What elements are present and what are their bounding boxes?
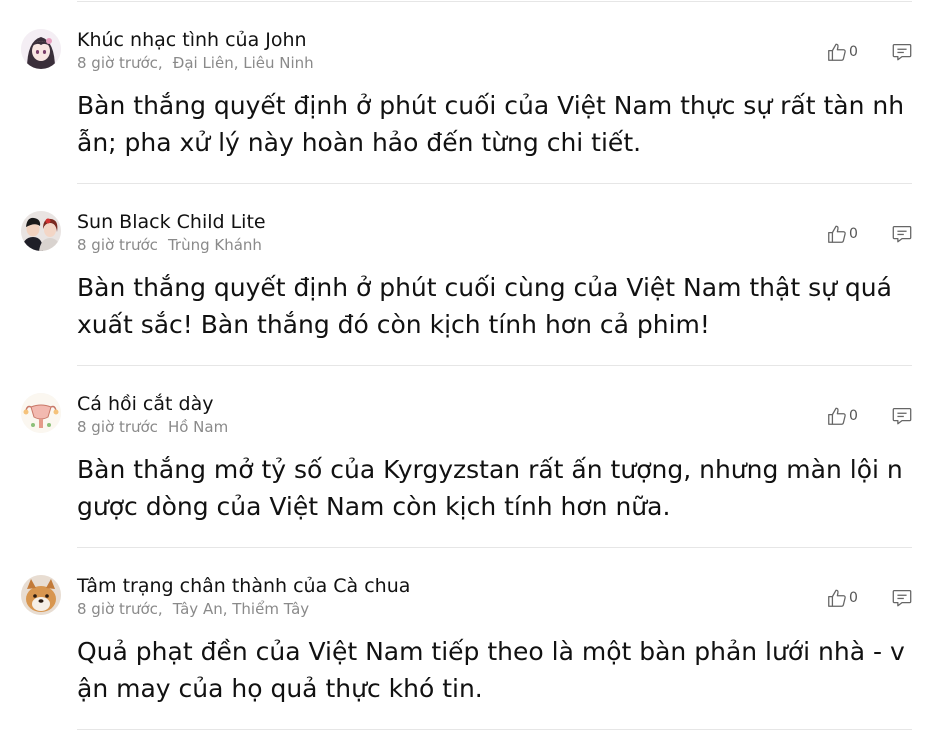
thumbs-up-icon	[828, 407, 846, 425]
couple-avatar-icon	[21, 211, 61, 251]
location: Hồ Nam	[167, 418, 229, 436]
comment-meta: 8 giờ trước Trùng Khánh	[77, 235, 262, 255]
comment-text: Bàn thắng mở tỷ số của Kyrgyzstan rất ấn…	[77, 455, 903, 521]
location: Trùng Khánh	[167, 236, 262, 254]
comment-item: Sun Black Child Lite 8 giờ trước Trùng Kh…	[0, 184, 934, 366]
comment-bubble-icon	[892, 590, 912, 607]
location: Tây An, Thiểm Tây	[172, 600, 310, 618]
comment-meta: 8 giờ trước, Tây An, Thiểm Tây	[77, 599, 309, 619]
username[interactable]: Sun Black Child Lite	[77, 210, 266, 234]
timestamp: 8 giờ trước,	[77, 54, 163, 72]
comment-meta: 8 giờ trước, Đại Liên, Liêu Ninh	[77, 53, 314, 73]
username[interactable]: Khúc nhạc tình của John	[77, 28, 307, 52]
thumbs-up-icon	[828, 225, 846, 243]
reply-button[interactable]	[891, 405, 913, 427]
illustration-avatar-icon	[21, 393, 61, 433]
username[interactable]: Tâm trạng chân thành của Cà chua	[77, 574, 410, 598]
reply-button[interactable]	[891, 223, 913, 245]
like-count: 0	[849, 408, 858, 424]
dog-avatar-icon	[21, 575, 61, 615]
avatar[interactable]	[21, 29, 61, 69]
comment-text: Bàn thắng quyết định ở phút cuối cùng củ…	[77, 273, 892, 339]
comment-item: Khúc nhạc tình của John 8 giờ trước, Đại …	[0, 2, 934, 184]
thumbs-up-icon	[828, 43, 846, 61]
comment-bubble-icon	[892, 408, 912, 425]
comment-meta: 8 giờ trước Hồ Nam	[77, 417, 228, 437]
like-button[interactable]: 0	[826, 585, 858, 611]
timestamp: 8 giờ trước	[77, 418, 158, 436]
like-count: 0	[849, 590, 858, 606]
divider	[77, 729, 912, 730]
avatar[interactable]	[21, 393, 61, 433]
like-count: 0	[849, 226, 858, 242]
like-count: 0	[849, 44, 858, 60]
avatar[interactable]	[21, 211, 61, 251]
comment-text: Bàn thắng quyết định ở phút cuối của Việ…	[77, 91, 905, 157]
comment-text: Quả phạt đền của Việt Nam tiếp theo là m…	[77, 637, 905, 703]
username[interactable]: Cá hồi cắt dày	[77, 392, 213, 416]
avatar[interactable]	[21, 575, 61, 615]
reply-button[interactable]	[891, 587, 913, 609]
thumbs-up-icon	[828, 589, 846, 607]
timestamp: 8 giờ trước,	[77, 600, 163, 618]
like-button[interactable]: 0	[826, 221, 858, 247]
comment-item: Cá hồi cắt dày 8 giờ trước Hồ Nam 0 Bàn t…	[0, 366, 934, 548]
comment-bubble-icon	[892, 44, 912, 61]
comment-item: Tâm trạng chân thành của Cà chua 8 giờ t…	[0, 548, 934, 730]
reply-button[interactable]	[891, 41, 913, 63]
timestamp: 8 giờ trước	[77, 236, 158, 254]
location: Đại Liên, Liêu Ninh	[172, 54, 314, 72]
like-button[interactable]: 0	[826, 39, 858, 65]
comment-bubble-icon	[892, 226, 912, 243]
anime-girl-avatar-icon	[21, 29, 61, 69]
like-button[interactable]: 0	[826, 403, 858, 429]
